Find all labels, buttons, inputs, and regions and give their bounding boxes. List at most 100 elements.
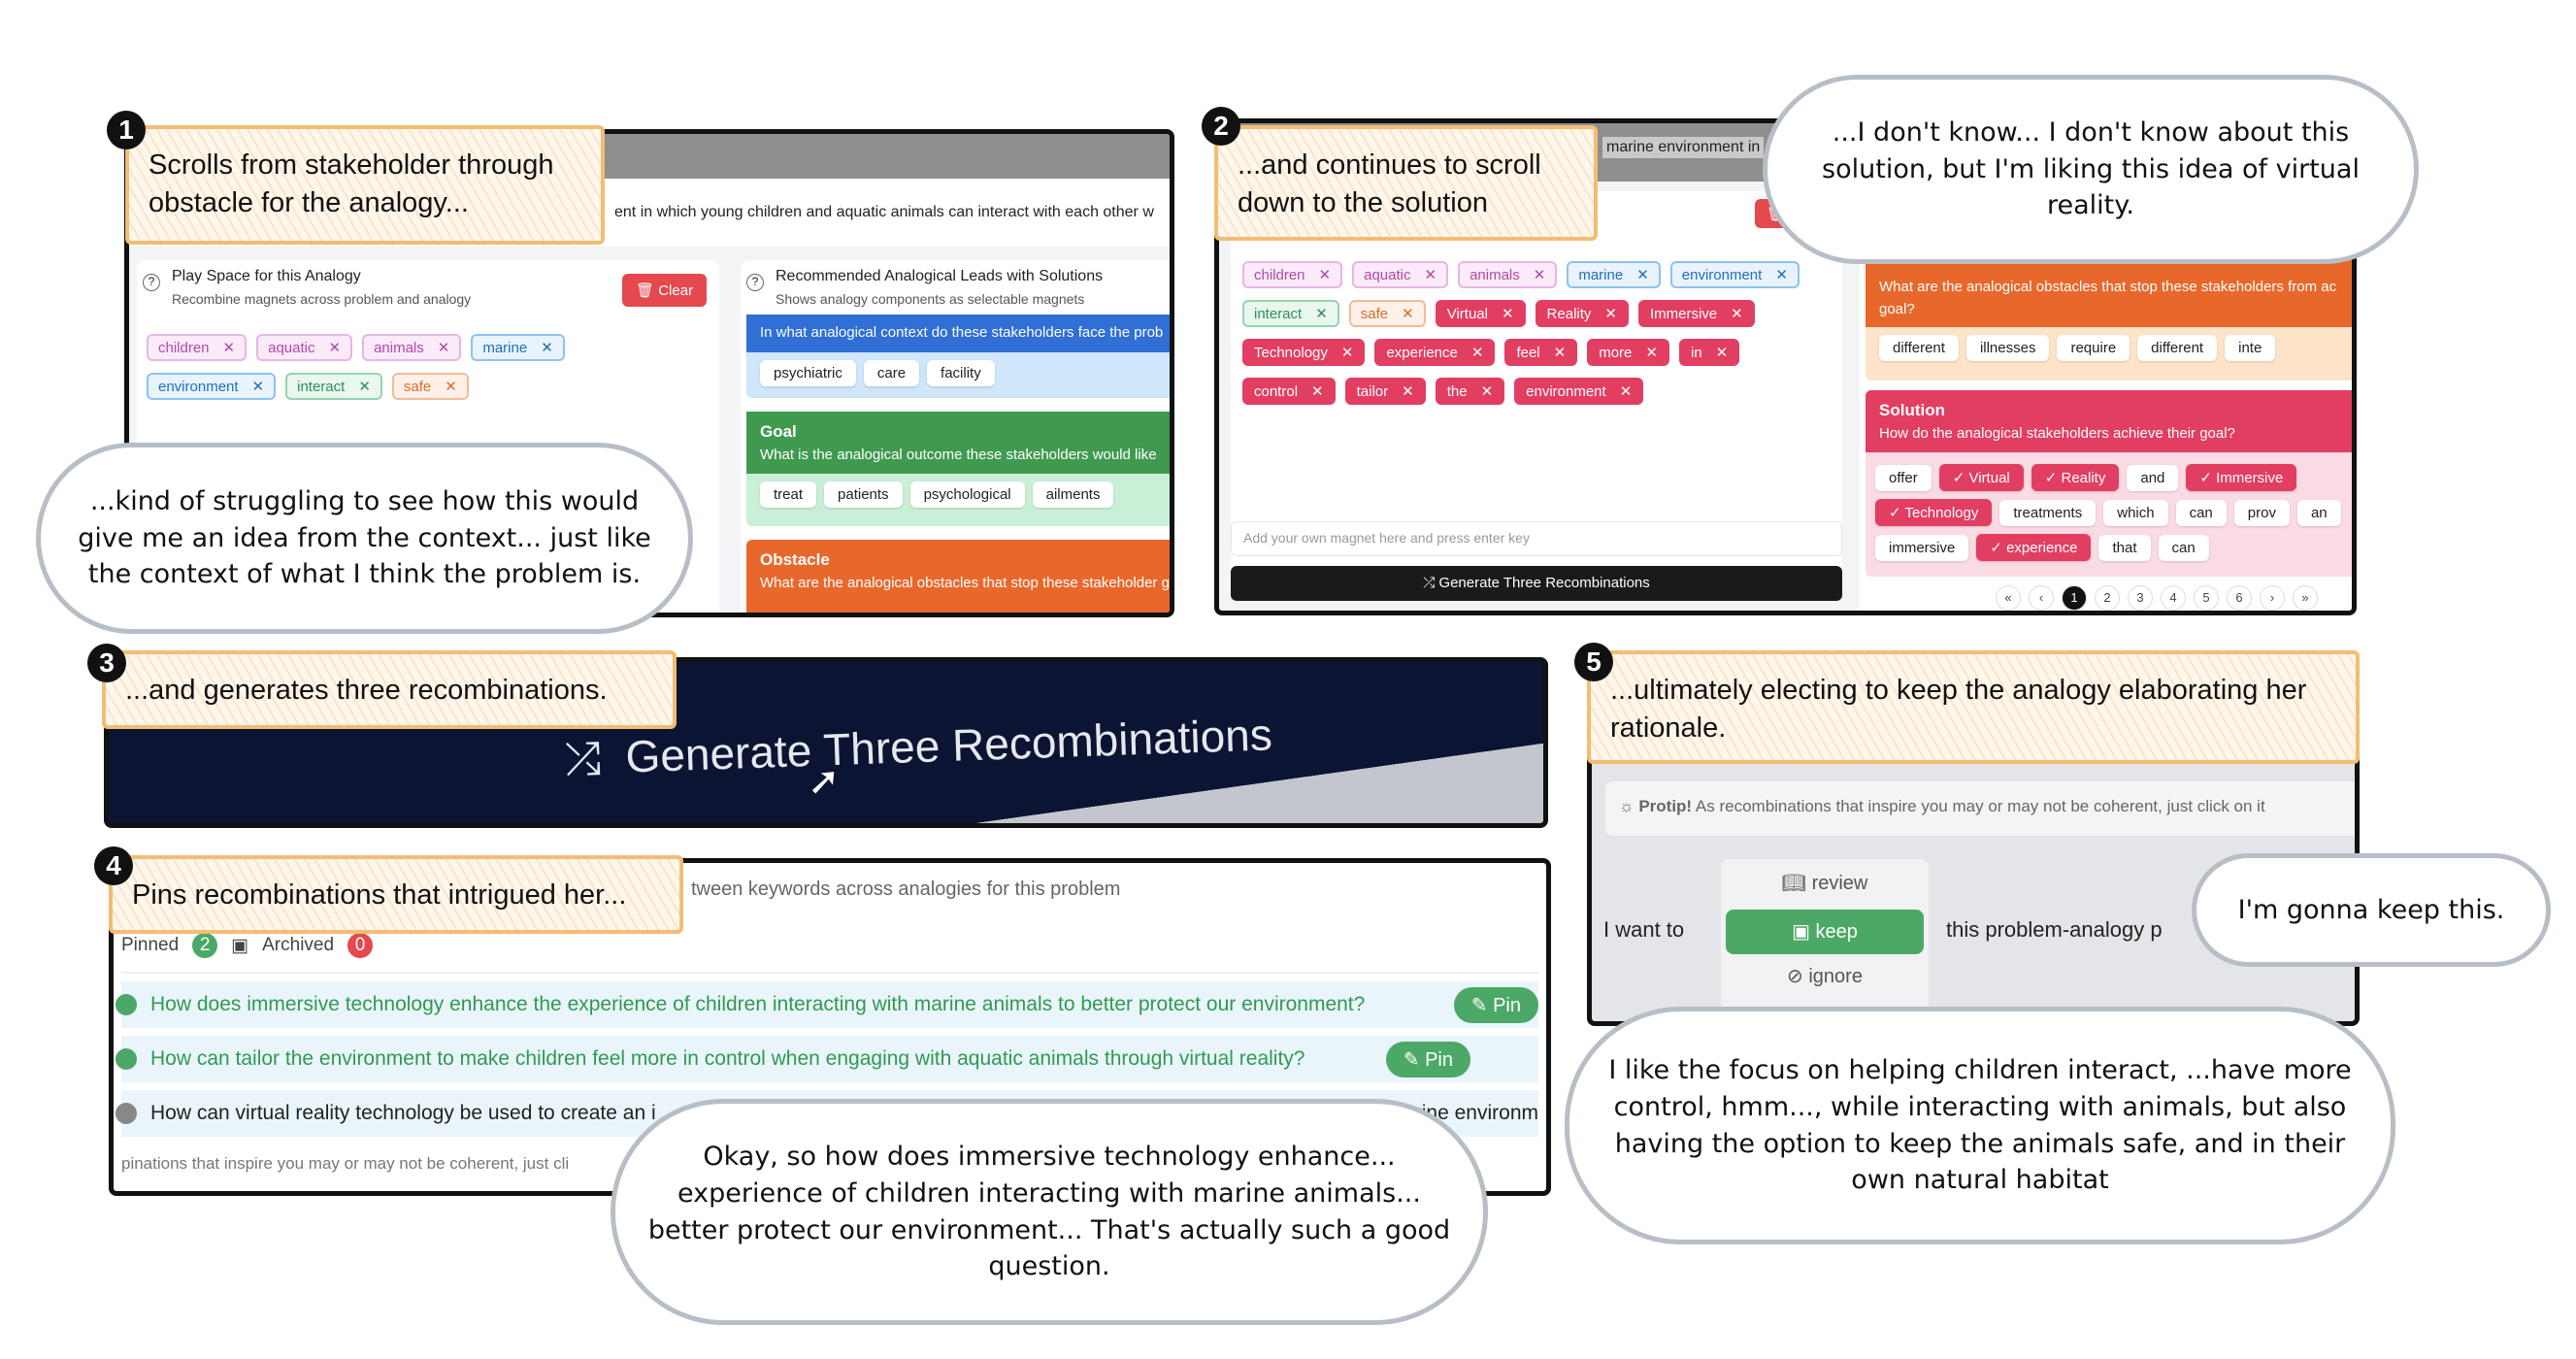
magnet-chip[interactable]: which [2103, 500, 2168, 526]
close-icon[interactable]: ✕ [1341, 344, 1354, 361]
magnet-chip[interactable]: prov [2233, 500, 2290, 526]
page-button[interactable]: 3 [2128, 585, 2153, 611]
tab-pinned[interactable]: Pinned [121, 935, 179, 956]
magnet-chip[interactable]: treatments [1999, 500, 2097, 526]
close-icon[interactable]: ✕ [438, 339, 450, 356]
magnet-tag[interactable]: safe ✕ [391, 373, 469, 400]
close-icon[interactable]: ✕ [1731, 305, 1743, 322]
magnet-chip[interactable]: and [2127, 465, 2179, 491]
magnet-tag[interactable]: interact ✕ [285, 373, 382, 400]
magnet-tag[interactable]: more ✕ [1587, 339, 1669, 366]
magnet-tag[interactable]: environment ✕ [147, 373, 277, 400]
close-icon[interactable]: ✕ [1424, 266, 1437, 283]
close-icon[interactable]: ✕ [1554, 344, 1567, 361]
magnet-chip[interactable]: ailments [1032, 481, 1114, 508]
close-icon[interactable]: ✕ [358, 378, 371, 395]
magnet-tag[interactable]: animals ✕ [362, 334, 462, 361]
magnet-tag[interactable]: Technology ✕ [1242, 339, 1366, 366]
close-icon[interactable]: ✕ [1645, 344, 1658, 361]
close-icon[interactable]: ✕ [1481, 382, 1494, 400]
help-icon[interactable]: ? [143, 274, 160, 291]
magnet-tag[interactable]: environment ✕ [1669, 261, 1800, 288]
magnet-chip[interactable]: facility [927, 359, 995, 386]
help-icon[interactable]: ? [746, 274, 764, 291]
magnet-tag[interactable]: feel ✕ [1504, 339, 1578, 366]
magnet-tag[interactable]: in ✕ [1678, 339, 1740, 366]
magnet-chip[interactable]: care [863, 359, 920, 386]
magnet-tag[interactable]: marine ✕ [471, 334, 565, 361]
page-button[interactable]: 4 [2161, 585, 2186, 611]
magnet-chip[interactable]: can [2175, 500, 2227, 526]
tab-archived[interactable]: Archived [262, 935, 334, 956]
magnet-tag[interactable]: children ✕ [147, 334, 248, 361]
page-button[interactable]: 2 [2095, 585, 2120, 611]
magnet-input[interactable]: Add your own magnet here and press enter… [1231, 521, 1842, 556]
magnet-tag[interactable]: marine ✕ [1567, 261, 1661, 288]
magnet-tag[interactable]: experience ✕ [1374, 339, 1496, 366]
magnet-tag[interactable]: Reality ✕ [1535, 300, 1629, 327]
close-icon[interactable]: ✕ [1620, 382, 1633, 400]
magnet-chip[interactable]: ✓ experience [1976, 534, 2092, 561]
close-icon[interactable]: ✕ [223, 339, 236, 356]
page-button[interactable]: 6 [2227, 585, 2252, 611]
magnet-chip[interactable]: illnesses [1965, 335, 2050, 361]
magnet-tag[interactable]: environment ✕ [1514, 378, 1644, 405]
close-icon[interactable]: ✕ [1319, 266, 1332, 283]
magnet-chip[interactable]: require [2057, 335, 2130, 361]
close-icon[interactable]: ✕ [252, 378, 265, 395]
magnet-tag[interactable]: tailor ✕ [1344, 378, 1426, 405]
page-first-button[interactable]: « [1996, 585, 2021, 611]
page-button[interactable]: 1 [2062, 585, 2087, 611]
recombination-row[interactable]: How does immersive technology enhance th… [116, 981, 1538, 1028]
recombination-row[interactable]: How can tailor the environment to make c… [116, 1036, 1538, 1082]
close-icon[interactable]: ✕ [1471, 344, 1484, 361]
pin-button[interactable]: ✎ Pin [1385, 1042, 1470, 1077]
magnet-tag[interactable]: Immersive ✕ [1637, 300, 1755, 327]
magnet-chip[interactable]: ✓ Technology [1875, 499, 1993, 526]
page-prev-button[interactable]: ‹ [2029, 585, 2054, 611]
magnet-chip[interactable]: psychological [909, 481, 1025, 508]
magnet-chip[interactable]: immersive [1875, 535, 1969, 561]
close-icon[interactable]: ✕ [1402, 305, 1414, 322]
page-next-button[interactable]: › [2260, 585, 2285, 611]
page-last-button[interactable]: » [2293, 585, 2318, 611]
magnet-tag[interactable]: control ✕ [1242, 378, 1336, 405]
option-review[interactable]: 📖︎ review [1721, 871, 1929, 895]
magnet-chip[interactable]: ✓ Reality [2031, 464, 2120, 491]
close-icon[interactable]: ✕ [445, 378, 457, 395]
magnet-tag[interactable]: children ✕ [1242, 261, 1343, 288]
magnet-chip[interactable]: offer [1875, 465, 1932, 491]
close-icon[interactable]: ✕ [1636, 266, 1649, 283]
magnet-chip[interactable]: ✓ Virtual [1938, 464, 2024, 491]
page-button[interactable]: 5 [2194, 585, 2219, 611]
close-icon[interactable]: ✕ [1604, 305, 1617, 322]
magnet-chip[interactable]: different [1879, 335, 1959, 361]
close-icon[interactable]: ✕ [541, 339, 553, 356]
generate-button[interactable]: ⤮ Generate Three Recombinations [1231, 566, 1842, 601]
magnet-chip[interactable]: an [2296, 500, 2341, 526]
magnet-chip[interactable]: ✓ Immersive [2186, 464, 2297, 491]
option-ignore[interactable]: ⊘ ignore [1721, 964, 1929, 988]
clear-button[interactable]: 🗑 Clear [622, 274, 708, 307]
magnet-chip[interactable]: psychiatric [760, 359, 856, 386]
magnet-tag[interactable]: the ✕ [1435, 378, 1505, 405]
close-icon[interactable]: ✕ [1315, 305, 1328, 322]
close-icon[interactable]: ✕ [1502, 305, 1514, 322]
magnet-tag[interactable]: Virtual ✕ [1435, 300, 1526, 327]
magnet-tag[interactable]: animals ✕ [1458, 261, 1558, 288]
magnet-tag[interactable]: interact ✕ [1242, 300, 1339, 327]
magnet-chip[interactable]: can [2158, 535, 2209, 561]
magnet-tag[interactable]: aquatic ✕ [1352, 261, 1449, 288]
close-icon[interactable]: ✕ [1716, 344, 1729, 361]
magnet-chip[interactable]: different [2137, 335, 2218, 361]
magnet-tag[interactable]: safe ✕ [1348, 300, 1426, 327]
close-icon[interactable]: ✕ [1311, 382, 1324, 400]
magnet-chip[interactable]: treat [760, 481, 817, 508]
close-icon[interactable]: ✕ [1534, 266, 1546, 283]
close-icon[interactable]: ✕ [1775, 266, 1788, 283]
close-icon[interactable]: ✕ [1402, 382, 1414, 400]
option-keep[interactable]: ▣ keep [1726, 910, 1924, 954]
magnet-chip[interactable]: inte [2225, 335, 2276, 361]
close-icon[interactable]: ✕ [328, 339, 341, 356]
magnet-tag[interactable]: aquatic ✕ [256, 334, 353, 361]
